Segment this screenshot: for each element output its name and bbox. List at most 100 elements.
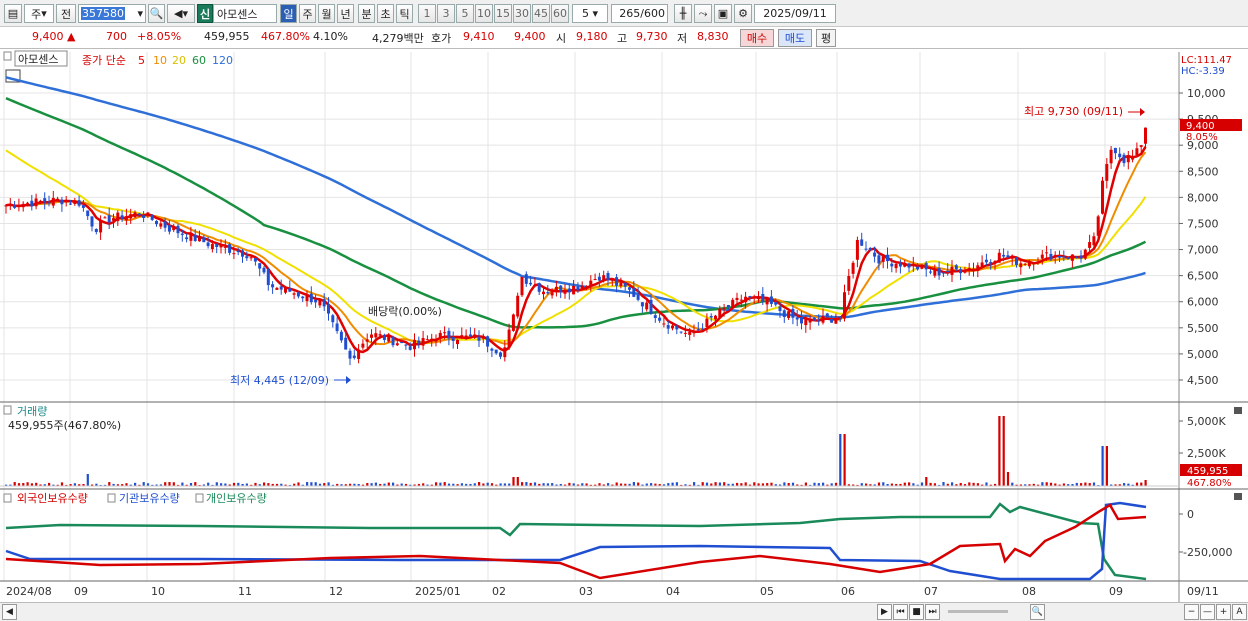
candle-body <box>172 227 176 231</box>
zoom-slider[interactable] <box>948 610 1008 613</box>
volume-bar <box>968 482 971 486</box>
volume-bar <box>920 482 924 486</box>
speaker-icon[interactable]: ◀▾ <box>167 4 195 23</box>
volume-tick-5000k: 5,000K <box>1187 415 1226 428</box>
candle-body <box>679 331 683 333</box>
volume-bar <box>86 474 89 486</box>
interval-60[interactable]: 60 <box>551 4 569 23</box>
stock-code-input[interactable]: 357580 ▾ <box>78 4 146 23</box>
x-tick-label: 09/11 <box>1187 585 1219 598</box>
zoom-in-icon[interactable]: 🔍 <box>1030 604 1045 620</box>
panel-settings-icon[interactable] <box>3 51 12 61</box>
interval-15[interactable]: 15 <box>494 4 512 23</box>
zoom-minus-icon[interactable]: − <box>1184 604 1199 620</box>
zoom-line-icon[interactable]: — <box>1200 604 1215 620</box>
x-tick-label: 09 <box>1109 585 1123 598</box>
data-total-label: /600 <box>640 7 665 20</box>
candle-body <box>1088 242 1092 248</box>
holding-panel-icon[interactable] <box>3 493 12 503</box>
volume-bar <box>908 482 911 486</box>
chart-menu-icon[interactable]: ▤ <box>4 4 22 23</box>
volume-bar <box>882 482 885 486</box>
interval-45[interactable]: 45 <box>532 4 550 23</box>
holding-panel-close-icon[interactable] <box>1234 493 1242 500</box>
ma-120-label: 120 <box>212 54 233 67</box>
chart-scrollbar[interactable]: ◀ ▶ ⏮ ■ ⏭ 🔍 − — + A <box>0 602 1248 621</box>
high-annotation: 최고 9,730 (09/11) <box>1024 105 1123 118</box>
candle-body <box>563 291 567 294</box>
candle-body <box>198 236 201 242</box>
volume-bar <box>263 482 266 486</box>
scroll-left-icon[interactable]: ◀ <box>2 604 17 620</box>
stock-chart[interactable]: 아모센스 종가 단순 5 10 20 60 120 LC:111.47 HC:-… <box>0 49 1248 602</box>
volume-panel-close-icon[interactable] <box>1234 407 1242 414</box>
save-icon[interactable]: ▣ <box>714 4 732 23</box>
price-tick-label: 10,000 <box>1187 87 1226 100</box>
candle-body <box>903 262 907 267</box>
search-icon[interactable]: 🔍 <box>148 4 165 23</box>
period-tab-tick[interactable]: 틱 <box>396 4 413 23</box>
average-button[interactable]: 평 <box>816 29 836 47</box>
candle-body <box>511 314 515 331</box>
interval-30[interactable]: 30 <box>513 4 531 23</box>
candle-body <box>370 334 373 338</box>
company-name-field[interactable]: 아모센스 <box>213 4 277 23</box>
forward-icon[interactable]: ⏭ <box>925 604 940 620</box>
prev-stock-button[interactable]: 전 <box>56 4 76 23</box>
candle-body <box>288 288 292 292</box>
candle-body <box>989 262 993 264</box>
candle-body <box>292 293 296 295</box>
interval-1[interactable]: 1 <box>418 4 436 23</box>
candle-body <box>507 329 511 348</box>
volume-bar <box>194 482 197 486</box>
gear-icon[interactable]: ⚙ <box>734 4 752 23</box>
candle-body <box>671 325 674 329</box>
rewind-icon[interactable]: ⏮ <box>893 604 908 620</box>
candle-body <box>284 286 287 293</box>
interval-3[interactable]: 3 <box>437 4 455 23</box>
volume-panel-icon[interactable] <box>3 405 12 415</box>
buy-button[interactable]: 매수 <box>740 29 774 47</box>
data-count-input[interactable]: 265/600 <box>611 4 668 23</box>
scroll-right-icon[interactable]: ▶ <box>877 604 892 620</box>
candle-body <box>516 295 520 317</box>
candle-body <box>77 200 81 206</box>
period-tab-day[interactable]: 일 <box>280 4 297 23</box>
candle-body <box>967 268 971 271</box>
sell-button[interactable]: 매도 <box>778 29 812 47</box>
volume-bar <box>525 482 528 486</box>
candle-body <box>658 317 662 321</box>
x-tick-label: 10 <box>151 585 165 598</box>
candle-body <box>456 340 459 345</box>
candle-body <box>954 265 958 270</box>
period-tab-year[interactable]: 년 <box>337 4 354 23</box>
market-type-select[interactable]: 주 ▾ <box>24 4 54 23</box>
interval-5[interactable]: 5 <box>456 4 474 23</box>
candle-body <box>1144 127 1147 144</box>
candle-body <box>933 269 937 276</box>
candle-body <box>873 252 877 257</box>
candle-body <box>597 276 601 281</box>
candle-body <box>739 299 743 301</box>
candle-body <box>705 318 709 327</box>
period-tab-week[interactable]: 주 <box>299 4 316 23</box>
volume-bar <box>439 482 442 486</box>
period-tab-minute[interactable]: 분 <box>358 4 375 23</box>
candle-body <box>980 262 984 267</box>
candle-body <box>86 210 90 217</box>
line-tool-icon[interactable]: ⤳ <box>694 4 712 23</box>
period-tab-second[interactable]: 초 <box>377 4 394 23</box>
zoom-plus-icon[interactable]: + <box>1216 604 1231 620</box>
custom-interval-select[interactable]: 5 ▾ <box>572 4 608 23</box>
ask-price: 9,400 <box>514 30 546 43</box>
candle-type-icon[interactable]: ╫ <box>674 4 692 23</box>
volume-bar <box>632 482 635 486</box>
date-field[interactable]: 2025/09/11 <box>754 4 836 23</box>
interval-10[interactable]: 10 <box>475 4 493 23</box>
volume-bar <box>392 482 395 486</box>
stock-code-value: 357580 <box>81 7 125 20</box>
period-tab-month[interactable]: 월 <box>318 4 335 23</box>
candle-body <box>103 217 107 219</box>
stop-icon[interactable]: ■ <box>909 604 924 620</box>
font-size-icon[interactable]: A <box>1232 604 1247 620</box>
